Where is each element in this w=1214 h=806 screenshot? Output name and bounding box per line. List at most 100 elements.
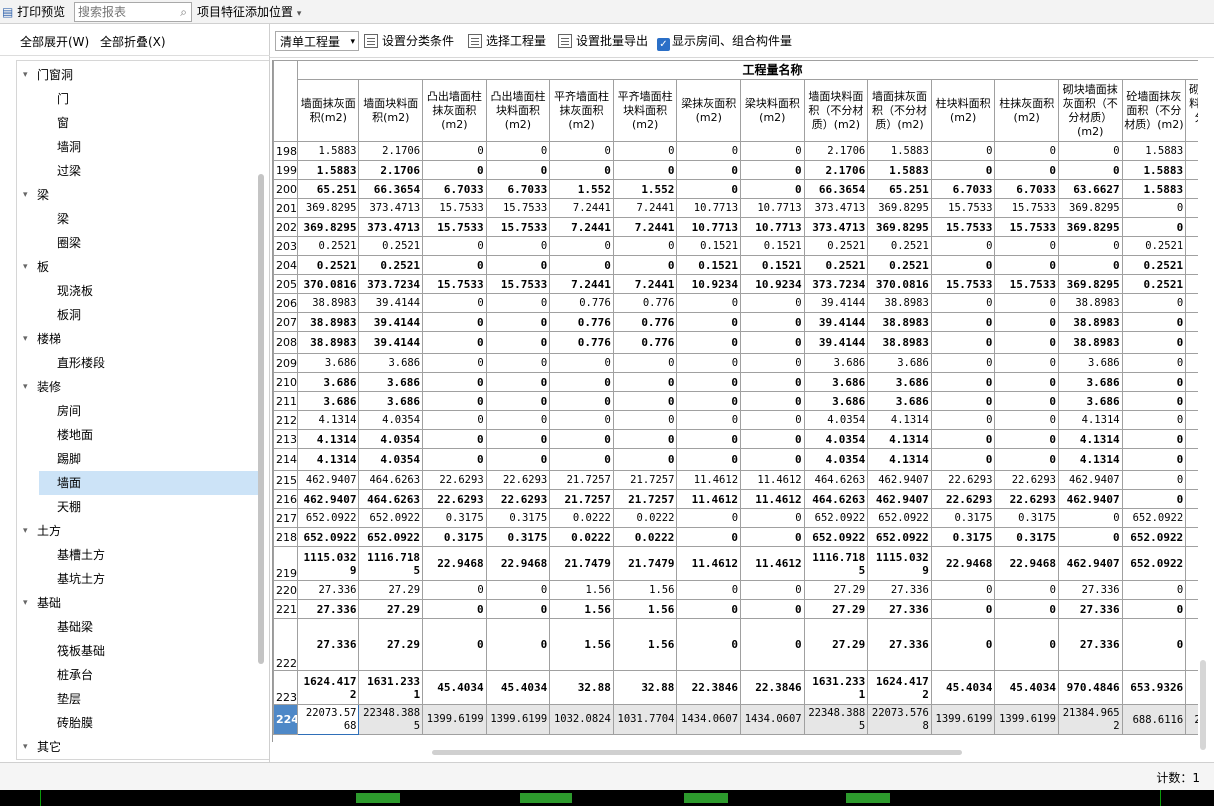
table-cell[interactable]: 0 — [549, 160, 614, 180]
table-cell[interactable]: 45.4034 — [930, 670, 996, 705]
table-cell[interactable]: 39.4144 — [358, 331, 424, 354]
table-row[interactable]: 214 4.1314 4.0354 0 0 0 0 0 0 4.0354 4.1314 0 0 4.131… — [273, 448, 1198, 471]
tree-item[interactable]: 圈梁 — [17, 231, 267, 255]
table-cell[interactable]: 3.686 — [867, 372, 932, 392]
table-cell[interactable]: 462.9407 — [867, 470, 932, 490]
table-cell[interactable]: 39.4144 — [803, 312, 869, 332]
table-cell[interactable]: 21.7257 — [612, 470, 678, 490]
table-cell[interactable]: 464.6263 — [803, 470, 869, 490]
collapse-arrow-icon[interactable]: ▾ — [23, 183, 28, 207]
collapse-arrow-icon[interactable]: ▾ — [23, 735, 28, 759]
tree-group[interactable]: ▾ 板 — [17, 255, 267, 279]
row-number[interactable]: 220 — [273, 580, 298, 600]
table-cell[interactable]: 7.2441 — [612, 274, 678, 294]
table-cell[interactable]: 4.1314 — [296, 448, 360, 471]
table-row[interactable]: 202 369.8295 373.4713 15.7533 15.7533 7.2441 7… — [273, 217, 1198, 237]
table-cell[interactable]: 0 — [740, 527, 805, 547]
table-cell[interactable]: 0.776 — [612, 312, 678, 332]
select-quantity-button[interactable]: 选择工程量 — [468, 31, 546, 51]
table-row[interactable]: 221 27.336 27.29 0 0 1.56 1.56 0 0 27.29 27.336 0 0 2… — [273, 599, 1198, 619]
table-cell[interactable]: 652.0922 — [296, 508, 360, 528]
print-preview-button[interactable]: ▤ 打印预览 — [2, 0, 65, 24]
table-cell[interactable]: 652.0922 — [803, 508, 869, 528]
table-cell[interactable]: 0 — [1121, 470, 1187, 490]
table-cell[interactable]: 373.4713 — [358, 217, 424, 237]
row-number[interactable]: 202 — [273, 217, 298, 237]
table-cell[interactable]: 27.29 — [358, 599, 424, 619]
table-cell[interactable]: 39.414 — [1185, 331, 1198, 354]
table-cell[interactable]: 0 — [930, 372, 996, 392]
row-number[interactable]: 214 — [273, 448, 298, 471]
table-cell[interactable]: 4.0354 — [803, 429, 869, 449]
table-cell[interactable]: 0 — [740, 179, 805, 199]
table-cell[interactable]: 369.8295 — [867, 198, 932, 218]
table-cell[interactable]: 32.88 — [612, 670, 678, 705]
table-cell[interactable]: 1434.0607 — [740, 704, 805, 735]
table-cell[interactable]: 0 — [1058, 508, 1123, 528]
table-cell[interactable]: 0 — [676, 179, 742, 199]
table-cell[interactable]: 0.1521 — [676, 255, 742, 275]
tree-item[interactable]: 房间 — [17, 399, 267, 423]
collapse-arrow-icon[interactable]: ▾ — [23, 519, 28, 543]
table-cell[interactable]: 652.0922 — [803, 527, 869, 547]
table-cell[interactable]: 3.686 — [296, 391, 360, 411]
table-cell[interactable]: 22.6293 — [485, 470, 551, 490]
table-cell[interactable]: 1116.7185 — [803, 546, 869, 581]
table-cell[interactable]: 0 — [930, 429, 996, 449]
table-cell[interactable]: 0 — [994, 372, 1059, 392]
table-cell[interactable]: 10.9234 — [740, 274, 805, 294]
table-cell[interactable]: 0 — [994, 410, 1059, 430]
table-cell[interactable]: 464.626 — [1185, 546, 1198, 581]
table-cell[interactable]: 65.251 — [867, 179, 932, 199]
table-cell[interactable]: 464.6263 — [803, 489, 869, 509]
table-cell[interactable]: 27.336 — [867, 599, 932, 619]
table-cell[interactable]: 3.686 — [803, 353, 869, 373]
table-cell[interactable]: 21384.9652 — [1058, 704, 1123, 735]
table-cell[interactable]: 3.686 — [803, 391, 869, 411]
table-cell[interactable]: 0 — [740, 141, 805, 161]
row-number[interactable]: 201 — [273, 198, 298, 218]
table-cell[interactable]: 0 — [930, 580, 996, 600]
table-row[interactable]: 223 1624.4172 1631.2331 45.4034 45.4034 32.88… — [273, 670, 1198, 705]
table-cell[interactable]: 1116.7185 — [358, 546, 424, 581]
table-cell[interactable]: 0.776 — [549, 293, 614, 313]
table-cell[interactable]: 4.0354 — [358, 410, 424, 430]
table-cell[interactable]: 3.686 — [296, 353, 360, 373]
table-row[interactable]: 219 1115.0329 1116.7185 22.9468 22.9468 21.74… — [273, 546, 1198, 581]
table-cell[interactable]: 0 — [676, 429, 742, 449]
column-header[interactable]: 平齐墙面柱块料面积(m2) — [612, 79, 678, 142]
row-number[interactable]: 207 — [273, 312, 298, 332]
table-cell[interactable]: 22348.3885 — [803, 704, 869, 735]
table-cell[interactable]: 22.6293 — [422, 470, 487, 490]
report-search-box[interactable]: ⌕ — [74, 2, 192, 22]
table-cell[interactable]: 0 — [485, 236, 551, 256]
table-cell[interactable]: 22.9468 — [485, 546, 551, 581]
table-cell[interactable]: 27.2 — [1185, 618, 1198, 671]
table-cell[interactable]: 0 — [676, 527, 742, 547]
column-header[interactable]: 墙面抹灰面积（不分材质）(m2) — [867, 79, 932, 142]
table-cell[interactable]: 27.336 — [867, 580, 932, 600]
table-cell[interactable]: 0 — [485, 312, 551, 332]
table-cell[interactable]: 15.7533 — [422, 217, 487, 237]
table-cell[interactable]: 3.68 — [1185, 391, 1198, 411]
table-cell[interactable]: 7.2441 — [549, 274, 614, 294]
table-cell[interactable]: 0 — [676, 599, 742, 619]
table-cell[interactable]: 0.3175 — [422, 527, 487, 547]
table-cell[interactable]: 0 — [994, 353, 1059, 373]
table-cell[interactable]: 11.4612 — [740, 489, 805, 509]
table-cell[interactable]: 1.56 — [612, 599, 678, 619]
table-cell[interactable]: 0.2521 — [358, 255, 424, 275]
table-cell[interactable]: 462.9407 — [867, 489, 932, 509]
table-cell[interactable]: 4.1314 — [1058, 410, 1123, 430]
table-cell[interactable]: 0 — [485, 353, 551, 373]
table-cell[interactable]: 0.2521 — [1121, 274, 1187, 294]
search-icon[interactable]: ⌕ — [180, 3, 187, 21]
table-cell[interactable]: 3.686 — [867, 353, 932, 373]
table-cell[interactable]: 652.0922 — [296, 527, 360, 547]
row-number[interactable]: 219 — [273, 546, 298, 581]
table-cell[interactable]: 0.2521 — [803, 255, 869, 275]
table-cell[interactable]: 27.29 — [803, 618, 869, 671]
table-row[interactable]: 2093.6863.6860000003.6863.686003.68603.6… — [273, 353, 1198, 373]
table-cell[interactable]: 0 — [1121, 448, 1187, 471]
table-cell[interactable]: 0.776 — [549, 331, 614, 354]
